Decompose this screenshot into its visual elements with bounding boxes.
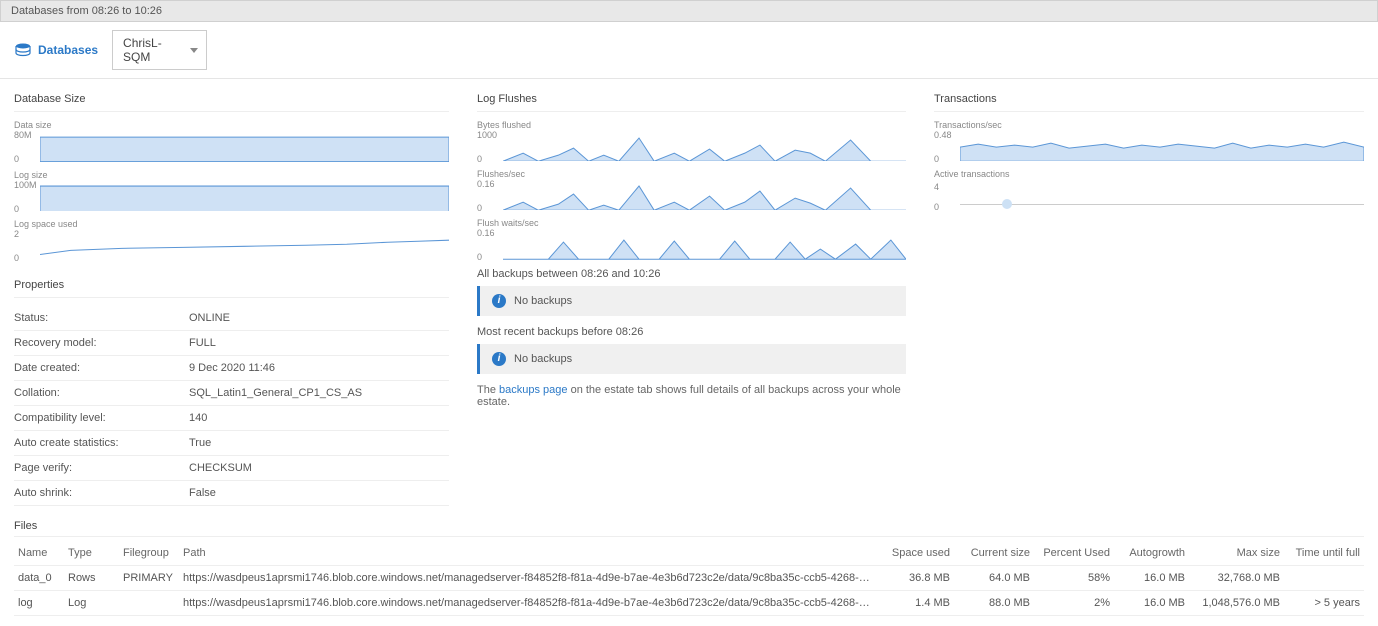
files-header[interactable]: Max size: [1189, 541, 1284, 566]
chart-label: Data size: [14, 120, 449, 130]
property-row: Auto shrink:False: [14, 481, 449, 506]
backups-head-recent: Most recent backups before 08:26: [477, 326, 906, 338]
property-key: Compatibility level:: [14, 412, 189, 424]
table-cell: log: [14, 590, 64, 615]
table-cell: 16.0 MB: [1114, 565, 1189, 590]
backups-head-range: All backups between 08:26 and 10:26: [477, 268, 906, 280]
files-header[interactable]: Current size: [954, 541, 1034, 566]
database-select-value: ChrisL-SQM: [123, 36, 162, 64]
property-row: Recovery model:FULL: [14, 331, 449, 356]
backup-info-bar-2: i No backups: [477, 344, 906, 374]
table-cell: 16.0 MB: [1114, 590, 1189, 615]
chart-log-space-used: Log space used 2 0: [14, 219, 449, 261]
chart-trans-sec: Transactions/sec 0.48 0: [934, 120, 1364, 161]
table-cell: 1,048,576.0 MB: [1189, 590, 1284, 615]
backup-msg: No backups: [514, 353, 572, 365]
property-key: Collation:: [14, 387, 189, 399]
chart-label: Bytes flushed: [477, 120, 906, 130]
property-row: Status:ONLINE: [14, 306, 449, 331]
chart-label: Active transactions: [934, 169, 1364, 179]
files-title: Files: [14, 520, 1364, 537]
files-header[interactable]: Type: [64, 541, 119, 566]
files-header[interactable]: Filegroup: [119, 541, 179, 566]
property-value: SQL_Latin1_General_CP1_CS_AS: [189, 387, 362, 399]
table-cell: Log: [64, 590, 119, 615]
files-header[interactable]: Autogrowth: [1114, 541, 1189, 566]
table-cell: > 5 years: [1284, 590, 1364, 615]
table-cell: https://wasdpeus1aprsmi1746.blob.core.wi…: [179, 590, 879, 615]
property-key: Date created:: [14, 362, 189, 374]
chart-active-trans: Active transactions 4 0: [934, 169, 1364, 205]
table-cell: https://wasdpeus1aprsmi1746.blob.core.wi…: [179, 565, 879, 590]
files-table: NameTypeFilegroupPathSpace usedCurrent s…: [14, 541, 1364, 616]
property-value: ONLINE: [189, 312, 230, 324]
top-bar: Databases from 08:26 to 10:26: [0, 0, 1378, 22]
property-row: Collation:SQL_Latin1_General_CP1_CS_AS: [14, 381, 449, 406]
table-row[interactable]: logLog https://wasdpeus1aprsmi1746.blob.c…: [14, 590, 1364, 615]
table-row[interactable]: data_0RowsPRIMARYhttps://wasdpeus1aprsmi…: [14, 565, 1364, 590]
property-key: Auto shrink:: [14, 487, 189, 499]
database-select[interactable]: ChrisL-SQM: [112, 30, 207, 70]
databases-label: Databases: [38, 43, 98, 57]
table-cell: 1.4 MB: [879, 590, 954, 615]
files-header[interactable]: Percent Used: [1034, 541, 1114, 566]
nav-row: Databases ChrisL-SQM: [0, 22, 1378, 79]
table-cell: data_0: [14, 565, 64, 590]
backup-msg: No backups: [514, 295, 572, 307]
chart-label: Transactions/sec: [934, 120, 1364, 130]
table-cell: [119, 590, 179, 615]
property-value: True: [189, 437, 211, 449]
property-row: Date created:9 Dec 2020 11:46: [14, 356, 449, 381]
dbsize-title: Database Size: [14, 93, 449, 112]
table-cell: PRIMARY: [119, 565, 179, 590]
files-header[interactable]: Path: [179, 541, 879, 566]
chart-bytes-flushed: Bytes flushed 1000 0: [477, 120, 906, 161]
property-value: CHECKSUM: [189, 462, 252, 474]
property-row: Page verify:CHECKSUM: [14, 456, 449, 481]
files-header[interactable]: Space used: [879, 541, 954, 566]
property-key: Page verify:: [14, 462, 189, 474]
property-row: Auto create statistics:True: [14, 431, 449, 456]
files-header[interactable]: Name: [14, 541, 64, 566]
chart-label: Flushes/sec: [477, 169, 906, 179]
table-cell: 32,768.0 MB: [1189, 565, 1284, 590]
databases-breadcrumb[interactable]: Databases: [14, 43, 98, 57]
chart-flushes-sec: Flushes/sec 0.16 0: [477, 169, 906, 210]
property-key: Auto create statistics:: [14, 437, 189, 449]
table-cell: 2%: [1034, 590, 1114, 615]
logflush-title: Log Flushes: [477, 93, 906, 112]
properties-title: Properties: [14, 279, 449, 298]
table-cell: 88.0 MB: [954, 590, 1034, 615]
table-cell: 58%: [1034, 565, 1114, 590]
chart-label: Log space used: [14, 219, 449, 229]
property-value: 9 Dec 2020 11:46: [189, 362, 275, 374]
database-icon: [14, 43, 32, 57]
chart-log-size: Log size 100M 0: [14, 170, 449, 212]
files-header[interactable]: Time until full: [1284, 541, 1364, 566]
table-cell: 36.8 MB: [879, 565, 954, 590]
top-bar-text: Databases from 08:26 to 10:26: [11, 5, 162, 17]
property-value: 140: [189, 412, 207, 424]
table-cell: 64.0 MB: [954, 565, 1034, 590]
property-key: Recovery model:: [14, 337, 189, 349]
backup-note: The backups page on the estate tab shows…: [477, 384, 906, 408]
info-icon: i: [492, 294, 506, 308]
chart-label: Log size: [14, 170, 449, 180]
chart-flush-waits: Flush waits/sec 0.16 0: [477, 218, 906, 259]
property-value: False: [189, 487, 216, 499]
trans-title: Transactions: [934, 93, 1364, 112]
table-cell: [1284, 565, 1364, 590]
info-icon: i: [492, 352, 506, 366]
property-value: FULL: [189, 337, 216, 349]
chart-marker: [1002, 199, 1012, 209]
chart-data-size: Data size 80M 0: [14, 120, 449, 162]
table-cell: Rows: [64, 565, 119, 590]
backup-info-bar-1: i No backups: [477, 286, 906, 316]
property-row: Compatibility level:140: [14, 406, 449, 431]
backups-page-link[interactable]: backups page: [499, 384, 568, 396]
property-key: Status:: [14, 312, 189, 324]
chart-label: Flush waits/sec: [477, 218, 906, 228]
